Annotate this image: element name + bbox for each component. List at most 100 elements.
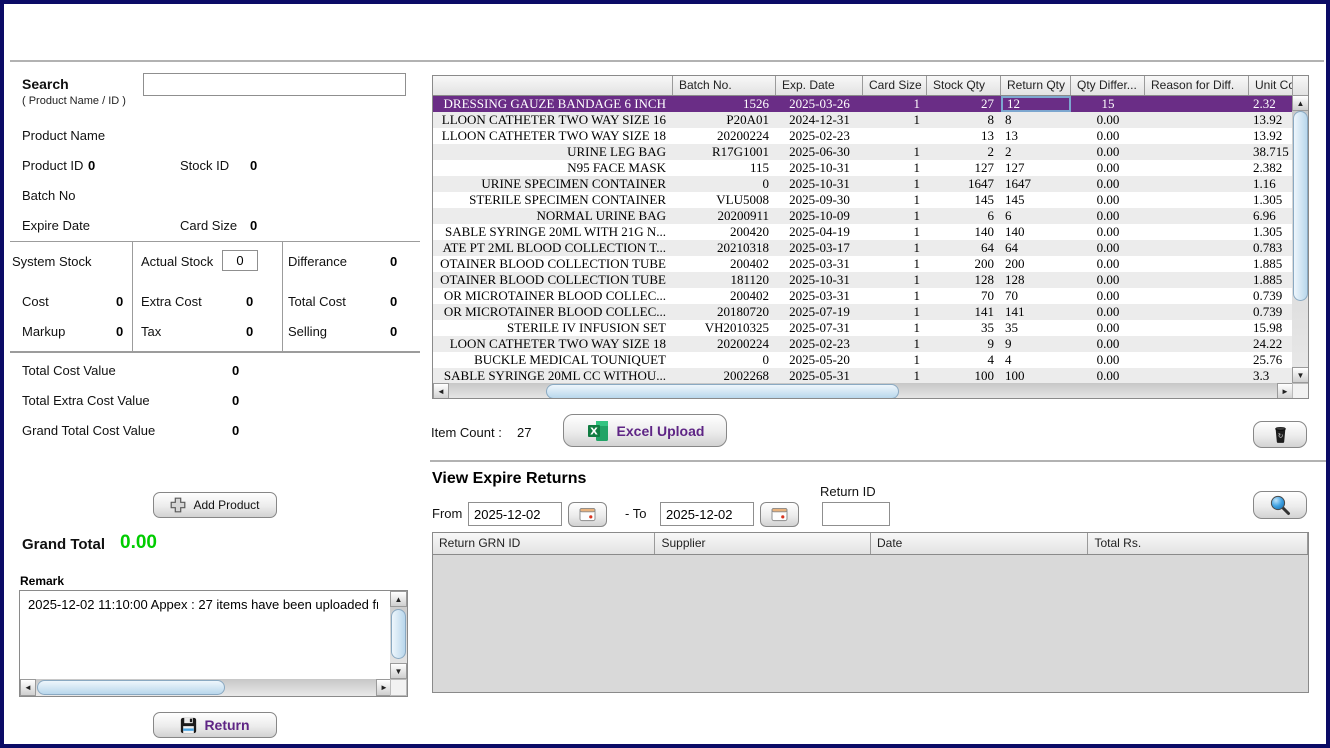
stock-table-cell[interactable]: 1 xyxy=(863,240,927,256)
stock-table-cell[interactable]: 2025-10-31 xyxy=(776,176,863,192)
stock-table-row[interactable]: ATE PT 2ML BLOOD COLLECTION T...20210318… xyxy=(433,240,1293,256)
stock-table-cell[interactable]: 0.00 xyxy=(1071,336,1145,352)
clear-table-button[interactable]: ↻ xyxy=(1253,421,1307,448)
stock-table-cell[interactable] xyxy=(1145,192,1249,208)
stock-table-cell[interactable]: 2025-03-31 xyxy=(776,288,863,304)
stock-table-cell[interactable]: 0 xyxy=(673,176,776,192)
stock-table-cell[interactable]: 1 xyxy=(863,336,927,352)
stock-table-cell[interactable]: 2025-03-17 xyxy=(776,240,863,256)
stock-table-cell[interactable]: BUCKLE MEDICAL TOUNIQUET xyxy=(433,352,673,368)
stock-table-row[interactable]: OTAINER BLOOD COLLECTION TUBE2004022025-… xyxy=(433,256,1293,272)
stock-table-cell[interactable]: 128 xyxy=(927,272,1001,288)
stock-table-cell[interactable]: LLOON CATHETER TWO WAY SIZE 18 xyxy=(433,128,673,144)
stock-table-cell[interactable]: 2025-03-31 xyxy=(776,256,863,272)
remark-box[interactable]: 2025-12-02 11:10:00 Appex : 27 items hav… xyxy=(19,590,408,697)
stock-table-cell[interactable]: 0.00 xyxy=(1071,112,1145,128)
stock-table-row[interactable]: DRESSING GAUZE BANDAGE 6 INCH15262025-03… xyxy=(433,96,1293,112)
stock-table-cell[interactable] xyxy=(1145,256,1249,272)
stock-table-row[interactable]: BUCKLE MEDICAL TOUNIQUET02025-05-201440.… xyxy=(433,352,1293,368)
stock-table-cell[interactable]: 0.00 xyxy=(1071,368,1145,384)
stock-table-cell[interactable]: 6 xyxy=(1001,208,1071,224)
stock-table-cell[interactable]: 8 xyxy=(1001,112,1071,128)
stock-table-row[interactable]: URINE SPECIMEN CONTAINER02025-10-3111647… xyxy=(433,176,1293,192)
stock-table-cell[interactable]: 2025-09-30 xyxy=(776,192,863,208)
scroll-right-icon[interactable]: ► xyxy=(1277,383,1293,399)
stock-table-cell[interactable]: 64 xyxy=(927,240,1001,256)
stock-table-cell[interactable]: 1647 xyxy=(927,176,1001,192)
stock-table-cell[interactable]: 1 xyxy=(863,320,927,336)
stock-table-cell[interactable]: 127 xyxy=(927,160,1001,176)
stock-column-header[interactable]: Unit Cost xyxy=(1249,76,1293,95)
stock-table-cell[interactable]: 0.00 xyxy=(1071,128,1145,144)
stock-table-cell[interactable] xyxy=(1145,240,1249,256)
stock-table-cell[interactable] xyxy=(1145,128,1249,144)
stock-table-cell[interactable]: 2 xyxy=(927,144,1001,160)
stock-table-cell[interactable]: 1.305 xyxy=(1249,224,1293,240)
stock-table-cell[interactable]: 0.00 xyxy=(1071,192,1145,208)
stock-table-cell[interactable]: 0.00 xyxy=(1071,144,1145,160)
stock-table-cell[interactable]: 0.00 xyxy=(1071,208,1145,224)
stock-table-cell[interactable]: 38.715 xyxy=(1249,144,1293,160)
stock-hscroll-thumb[interactable] xyxy=(546,384,899,399)
stock-table-cell[interactable]: 2 xyxy=(1001,144,1071,160)
scroll-up-icon[interactable]: ▲ xyxy=(390,591,407,607)
stock-table-cell[interactable]: R17G1001 xyxy=(673,144,776,160)
stock-vscroll-thumb[interactable] xyxy=(1293,111,1308,301)
stock-table-cell[interactable]: SABLE SYRINGE 20ML WITH 21G N... xyxy=(433,224,673,240)
remark-vscroll-thumb[interactable] xyxy=(391,609,406,659)
stock-table-cell[interactable]: 1 xyxy=(863,272,927,288)
stock-table-cell[interactable]: 200420 xyxy=(673,224,776,240)
stock-table-cell[interactable]: 8 xyxy=(927,112,1001,128)
stock-table-cell[interactable]: 200402 xyxy=(673,288,776,304)
stock-table-cell[interactable]: 9 xyxy=(1001,336,1071,352)
stock-table-row[interactable]: STERILE SPECIMEN CONTAINERVLU50082025-09… xyxy=(433,192,1293,208)
stock-table-cell[interactable]: 1 xyxy=(863,96,927,112)
stock-column-header[interactable] xyxy=(433,76,673,95)
stock-table-cell[interactable]: 0.00 xyxy=(1071,176,1145,192)
stock-table-cell[interactable]: 1 xyxy=(863,112,927,128)
stock-table-cell[interactable]: 70 xyxy=(927,288,1001,304)
scroll-down-icon[interactable]: ▼ xyxy=(390,663,407,679)
stock-table-cell[interactable]: 141 xyxy=(927,304,1001,320)
remark-horizontal-scrollbar[interactable]: ◄ ► xyxy=(20,679,392,696)
stock-table-cell[interactable]: 25.76 xyxy=(1249,352,1293,368)
stock-table-cell[interactable]: 1 xyxy=(863,224,927,240)
stock-table-cell[interactable]: 20210318 xyxy=(673,240,776,256)
stock-table-cell[interactable]: STERILE IV INFUSION SET xyxy=(433,320,673,336)
stock-table-cell[interactable]: 1 xyxy=(863,160,927,176)
stock-table-cell[interactable]: 24.22 xyxy=(1249,336,1293,352)
stock-table-cell[interactable]: 200 xyxy=(1001,256,1071,272)
stock-table-cell[interactable]: 2025-06-30 xyxy=(776,144,863,160)
stock-table-cell[interactable]: OTAINER BLOOD COLLECTION TUBE xyxy=(433,256,673,272)
stock-table-cell[interactable]: 0.739 xyxy=(1249,288,1293,304)
stock-table-cell[interactable]: 181120 xyxy=(673,272,776,288)
from-calendar-button[interactable] xyxy=(568,502,607,527)
stock-table-cell[interactable]: 0.00 xyxy=(1071,160,1145,176)
stock-table-cell[interactable]: 2025-05-20 xyxy=(776,352,863,368)
stock-table-cell[interactable]: 3.3 xyxy=(1249,368,1293,384)
stock-column-header[interactable]: Qty Differ... xyxy=(1071,76,1145,95)
stock-table-cell[interactable]: 0.00 xyxy=(1071,304,1145,320)
stock-table-cell[interactable]: 0.00 xyxy=(1071,256,1145,272)
stock-table-cell[interactable]: DRESSING GAUZE BANDAGE 6 INCH xyxy=(433,96,673,112)
stock-table-row[interactable]: OR MICROTAINER BLOOD COLLEC...2004022025… xyxy=(433,288,1293,304)
stock-table-row[interactable]: SABLE SYRINGE 20ML WITH 21G N...20042020… xyxy=(433,224,1293,240)
stock-vertical-scrollbar[interactable]: ▲ ▼ xyxy=(1292,95,1309,383)
stock-table-cell[interactable]: 6.96 xyxy=(1249,208,1293,224)
stock-table-cell[interactable]: 0.00 xyxy=(1071,272,1145,288)
stock-table-row[interactable]: OTAINER BLOOD COLLECTION TUBE1811202025-… xyxy=(433,272,1293,288)
stock-table-cell[interactable]: 0.783 xyxy=(1249,240,1293,256)
stock-table-cell[interactable] xyxy=(1145,304,1249,320)
stock-table-cell[interactable]: 2025-02-23 xyxy=(776,336,863,352)
stock-table-cell[interactable] xyxy=(1145,288,1249,304)
stock-table-cell[interactable]: 1.305 xyxy=(1249,192,1293,208)
stock-table-cell[interactable]: 6 xyxy=(927,208,1001,224)
stock-table-cell[interactable]: 2025-07-31 xyxy=(776,320,863,336)
stock-table-cell[interactable]: 0.00 xyxy=(1071,224,1145,240)
stock-table-cell[interactable] xyxy=(1145,272,1249,288)
stock-table-cell[interactable]: 0.00 xyxy=(1071,288,1145,304)
stock-table-cell[interactable]: 13 xyxy=(1001,128,1071,144)
returns-column-header[interactable]: Supplier xyxy=(655,533,871,554)
stock-table-cell[interactable]: 27 xyxy=(927,96,1001,112)
stock-table-cell[interactable]: 1647 xyxy=(1001,176,1071,192)
